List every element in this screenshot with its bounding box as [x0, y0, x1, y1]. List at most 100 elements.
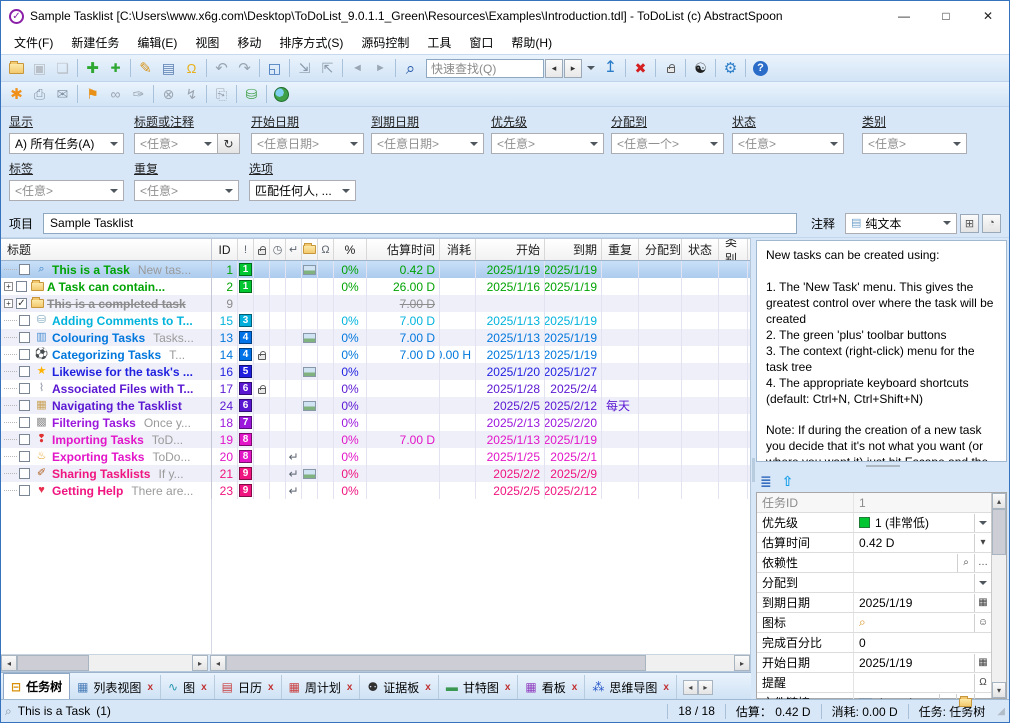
attributes-vscrollbar[interactable]: ▴ ▾	[991, 493, 1006, 698]
task-checkbox[interactable]	[19, 383, 30, 394]
reminder-button[interactable]: Ω	[180, 57, 203, 79]
task-attributes-button[interactable]: ▤	[157, 57, 180, 79]
menu-item-7[interactable]: 工具	[418, 31, 460, 54]
task-checkbox[interactable]	[19, 366, 30, 377]
task-title-cell[interactable]: ❢Importing TasksToD...	[1, 431, 212, 448]
menu-item-9[interactable]: 帮助(H)	[502, 31, 561, 54]
scroll-right-icon[interactable]: ▸	[192, 655, 208, 671]
find-next-button[interactable]: ▸	[564, 59, 582, 78]
new-subtask-button[interactable]: ✚	[104, 57, 127, 79]
column-header-id[interactable]: ID	[212, 239, 238, 260]
comments-clock-button[interactable]: ◔	[982, 214, 1001, 233]
transform-button[interactable]: ⎘	[210, 83, 233, 105]
dropdown-button[interactable]	[974, 514, 991, 532]
task-row[interactable]: +✓This is a completed task97.00 D	[1, 295, 750, 312]
menu-item-3[interactable]: 视图	[186, 31, 228, 54]
filter-select[interactable]: <任意一个>	[611, 133, 724, 154]
column-header-title[interactable]: 标题	[1, 239, 212, 260]
tab-日历[interactable]: ▤日历x	[215, 675, 282, 699]
minimize-button[interactable]: —	[883, 1, 925, 31]
icon-picker-button[interactable]: ☺	[974, 614, 991, 632]
calendar-button[interactable]: ▦	[974, 654, 991, 672]
close-button[interactable]: ✕	[967, 1, 1009, 31]
column-header-lock-icon[interactable]	[254, 239, 270, 260]
task-row[interactable]: ❢Importing TasksToD...1980%7.00 D2025/1/…	[1, 431, 750, 448]
column-header-pct[interactable]: %	[334, 239, 367, 260]
tab-图[interactable]: ∿图x	[161, 675, 215, 699]
edit-task-button[interactable]: ✎	[134, 57, 157, 79]
find-prev-button[interactable]: ◂	[545, 59, 563, 78]
column-header-due[interactable]: 到期	[545, 239, 602, 260]
calendar-button[interactable]: ▦	[974, 594, 991, 612]
move-attribute-up-icon[interactable]: ⇧	[782, 473, 794, 490]
filter-select[interactable]: A) 所有任务(A)	[9, 133, 124, 154]
task-title-cell[interactable]: ★Likewise for the task's ...	[1, 363, 212, 380]
save-button[interactable]: ▣	[28, 57, 51, 79]
scroll-thumb[interactable]	[226, 655, 646, 671]
custom-tools-button[interactable]: ✱	[5, 83, 28, 105]
filter-select[interactable]: <任意>	[134, 180, 239, 201]
title-pane-hscrollbar[interactable]: ◂ ▸	[1, 655, 210, 671]
columns-pane-hscrollbar[interactable]: ◂ ▸	[210, 655, 750, 671]
task-checkbox[interactable]	[19, 332, 30, 343]
undo-button[interactable]: ↶	[210, 57, 233, 79]
maximize-button[interactable]: □	[925, 1, 967, 31]
help-button[interactable]: ?	[749, 57, 772, 79]
filter-select[interactable]: <任意>	[862, 133, 967, 154]
dropdown-button[interactable]	[974, 574, 991, 592]
task-title-cell[interactable]: ▥Colouring TasksTasks...	[1, 329, 212, 346]
column-header-folder-icon[interactable]	[302, 239, 318, 260]
scroll-right-icon[interactable]: ▸	[734, 655, 750, 671]
forward-button[interactable]: ►	[369, 57, 392, 79]
spellcheck-button[interactable]: ↯	[180, 83, 203, 105]
task-title-cell[interactable]: ✐Sharing TasklistsIf y...	[1, 465, 212, 482]
scroll-thumb[interactable]	[992, 509, 1006, 555]
tab-列表视图[interactable]: ▦列表视图x	[70, 675, 161, 699]
task-title-cell[interactable]: +A Task can contain...	[1, 278, 212, 295]
email-button[interactable]: ✉	[51, 83, 74, 105]
column-header-recur[interactable]: 重复	[602, 239, 639, 260]
menu-item-0[interactable]: 文件(F)	[5, 31, 62, 54]
expand-icon[interactable]: +	[4, 282, 13, 291]
task-row[interactable]: ⌇Associated Files with T...1760%2025/1/2…	[1, 380, 750, 397]
filter-select[interactable]: 匹配任何人, ...	[249, 180, 356, 201]
task-checkbox[interactable]: ✓	[16, 298, 27, 309]
tab-close-icon[interactable]: x	[347, 682, 353, 693]
reminder-button[interactable]: Ω	[974, 674, 991, 692]
menu-item-6[interactable]: 源码控制	[352, 31, 418, 54]
tab-close-icon[interactable]: x	[572, 682, 578, 693]
indent-task-button[interactable]: ⇲	[293, 57, 316, 79]
attribute-value[interactable]: 0	[854, 636, 991, 650]
task-row[interactable]: ⌕This is a TaskNew tas...110%0.42 D2025/…	[1, 261, 750, 278]
task-row[interactable]: ★Likewise for the task's ...1650%2025/1/…	[1, 363, 750, 380]
filter-select[interactable]: <任意>	[732, 133, 844, 154]
tab-close-icon[interactable]: x	[201, 682, 207, 693]
task-title-cell[interactable]: ▦Navigating the Tasklist	[1, 397, 212, 414]
task-row[interactable]: ▥Colouring TasksTasks...1340%7.00 D2025/…	[1, 329, 750, 346]
tab-close-icon[interactable]: x	[425, 682, 431, 693]
tab-scroll-left-icon[interactable]: ◂	[683, 680, 698, 695]
tab-close-icon[interactable]: x	[268, 682, 274, 693]
task-title-cell[interactable]: ▩Filtering TasksOnce y...	[1, 414, 212, 431]
task-row[interactable]: ⛁Adding Comments to T...1530%7.00 D2025/…	[1, 312, 750, 329]
column-header-clock-icon[interactable]: ◷	[270, 239, 286, 260]
task-checkbox[interactable]	[19, 315, 30, 326]
web-update-button[interactable]	[270, 83, 293, 105]
lock-button[interactable]	[659, 57, 682, 79]
task-title-cell[interactable]: ⚽Categorizing TasksT...	[1, 346, 212, 363]
flag-task-button[interactable]: ⚑	[81, 83, 104, 105]
cleanup-button[interactable]: ✑	[127, 83, 150, 105]
time-tracking-button[interactable]: ⛁	[240, 83, 263, 105]
task-checkbox[interactable]	[19, 264, 30, 275]
tab-close-icon[interactable]: x	[147, 682, 153, 693]
attribute-value[interactable]: 2025/1/19	[854, 656, 974, 670]
task-title-cell[interactable]: ♥Getting HelpThere are...	[1, 482, 212, 499]
scroll-track[interactable]	[17, 655, 192, 671]
quick-find-input[interactable]	[426, 59, 544, 78]
project-input[interactable]	[43, 213, 797, 234]
tab-思维导图[interactable]: ⁂思维导图x	[585, 675, 677, 699]
print-button[interactable]: ⎙	[28, 83, 51, 105]
cancel-button[interactable]: ⊗	[157, 83, 180, 105]
menu-item-2[interactable]: 编辑(E)	[128, 31, 186, 54]
column-header-bell-icon[interactable]: Ω	[318, 239, 334, 260]
